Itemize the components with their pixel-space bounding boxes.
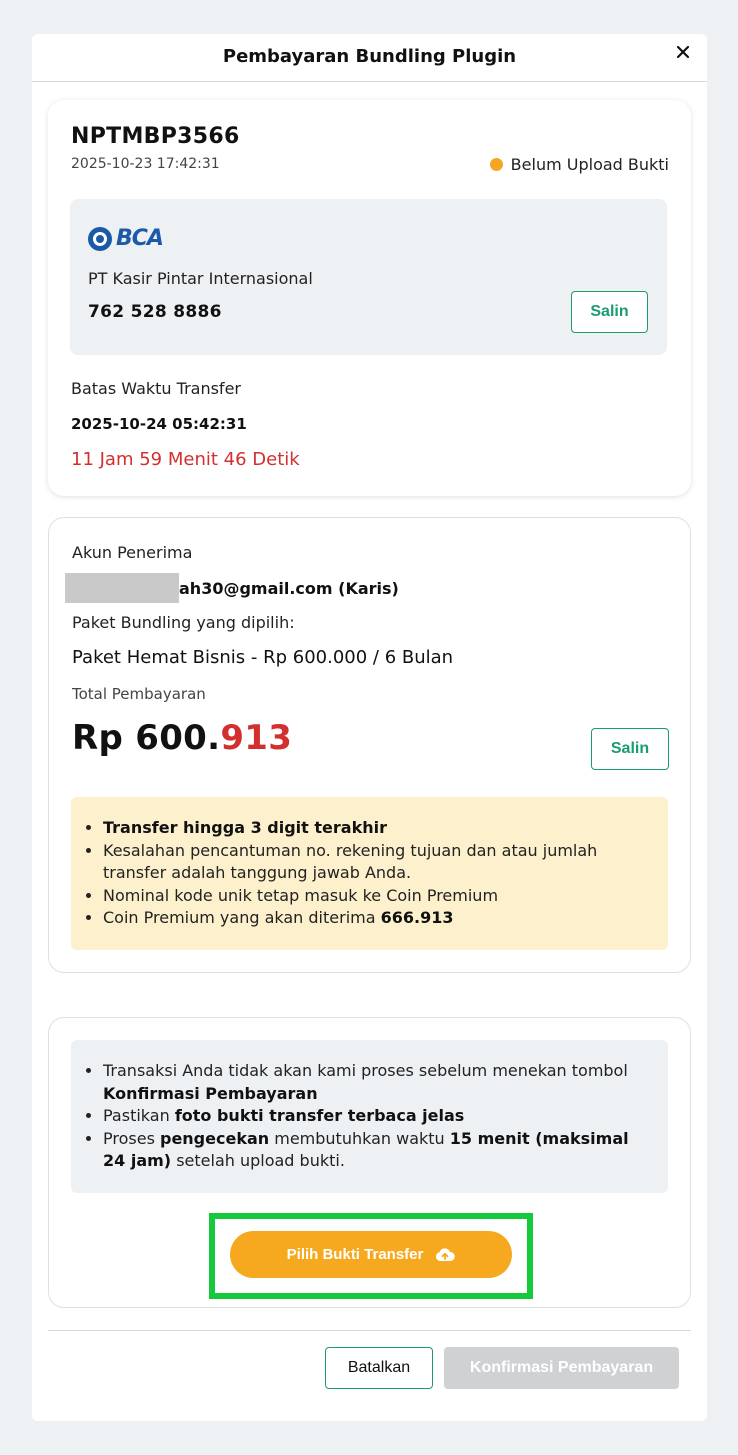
notice-bold: pengecekan [159, 1128, 270, 1148]
deadline-value: 2025-10-24 05:42:31 [71, 415, 247, 433]
notice-text: Pastikan [103, 1106, 175, 1126]
package-value: Paket Hemat Bisnis - Rp 600.000 / 6 Bula… [72, 647, 454, 668]
copy-total-button[interactable]: Salin [591, 728, 669, 770]
redacted-block [65, 573, 179, 603]
footer-divider [48, 1330, 691, 1331]
countdown-timer: 11 Jam 59 Menit 46 Detik [71, 449, 300, 470]
list-item: Coin Premium yang akan diterima 666.913 [103, 907, 644, 930]
notice-red: 3 digit terakhir [250, 818, 387, 837]
list-item: Transfer hingga 3 digit terakhir [103, 817, 644, 840]
receiver-email: ah30@gmail.com (Karis) [179, 578, 399, 598]
invoice-date: 2025-10-23 17:42:31 [71, 156, 220, 172]
payment-summary-card: Akun Penerima ah30@gmail.com (Karis) Pak… [48, 517, 691, 973]
total-unique-digits: 913 [220, 718, 293, 758]
list-item: Kesalahan pencantuman no. rekening tujua… [103, 840, 644, 885]
deadline-label: Batas Waktu Transfer [71, 379, 241, 398]
confirm-payment-button[interactable]: Konfirmasi Pembayaran [444, 1347, 679, 1389]
invoice-card: NPTMBP3566 2025-10-23 17:42:31 Belum Upl… [48, 100, 691, 496]
notice-text: Coin Premium yang akan diterima [103, 908, 381, 928]
close-button[interactable] [671, 40, 695, 64]
list-item: Proses pengecekan membutuhkan waktu 15 m… [103, 1128, 644, 1173]
payment-modal: Pembayaran Bundling Plugin NPTMBP3566 20… [32, 34, 707, 1421]
package-label: Paket Bundling yang dipilih: [72, 613, 295, 632]
modal-header: Pembayaran Bundling Plugin [32, 34, 707, 82]
notice-text: membutuhkan waktu [269, 1128, 450, 1148]
upload-card: Transaksi Anda tidak akan kami proses se… [48, 1017, 691, 1308]
bank-account-box: BCA PT Kasir Pintar Internasional 762 52… [70, 199, 667, 355]
invoice-id: NPTMBP3566 [71, 124, 240, 149]
status-badge: Belum Upload Bukti [489, 155, 669, 174]
receiver-label: Akun Penerima [72, 543, 193, 562]
close-icon [676, 45, 690, 59]
modal-title: Pembayaran Bundling Plugin [222, 46, 517, 67]
total-amount: Rp 600.913 [72, 718, 292, 758]
status-text: Belum Upload Bukti [510, 155, 669, 174]
receiver-account: ah30@gmail.com (Karis) [65, 573, 399, 603]
total-label: Total Pembayaran [72, 685, 206, 703]
bank-account-number: 762 528 8886 [88, 302, 222, 322]
cancel-button[interactable]: Batalkan [325, 1347, 433, 1389]
cloud-upload-icon [436, 1247, 456, 1261]
upload-notice: Transaksi Anda tidak akan kami proses se… [71, 1040, 668, 1193]
bca-logo-text: BCA [116, 226, 164, 251]
choose-transfer-proof-button[interactable]: Pilih Bukti Transfer [230, 1231, 512, 1278]
notice-bold: Transfer hingga [103, 818, 251, 837]
list-item: Pastikan foto bukti transfer terbaca jel… [103, 1105, 644, 1128]
notice-bold: foto bukti transfer terbaca jelas [174, 1106, 465, 1126]
notice-text: Transaksi Anda tidak akan kami proses se… [103, 1061, 628, 1080]
bank-account-name: PT Kasir Pintar Internasional [88, 269, 313, 288]
list-item: Transaksi Anda tidak akan kami proses se… [103, 1060, 644, 1105]
total-amount-prefix: Rp 600. [72, 718, 221, 758]
upload-button-label: Pilih Bukti Transfer [286, 1246, 424, 1263]
status-dot-icon [489, 158, 503, 171]
notice-text: Proses [103, 1128, 160, 1148]
bca-logo: BCA [88, 226, 164, 251]
list-item: Nominal kode unik tetap masuk ke Coin Pr… [103, 885, 644, 908]
bca-logo-icon [88, 226, 112, 251]
notice-text: setelah upload bukti. [171, 1151, 345, 1171]
copy-account-button[interactable]: Salin [571, 291, 648, 333]
transfer-notice-list: Transfer hingga 3 digit terakhir Kesalah… [103, 817, 644, 930]
upload-notice-list: Transaksi Anda tidak akan kami proses se… [103, 1060, 644, 1173]
notice-bold: Konfirmasi Pembayaran [103, 1083, 318, 1103]
transfer-notice: Transfer hingga 3 digit terakhir Kesalah… [71, 797, 668, 950]
notice-bold: 666.913 [380, 908, 454, 928]
